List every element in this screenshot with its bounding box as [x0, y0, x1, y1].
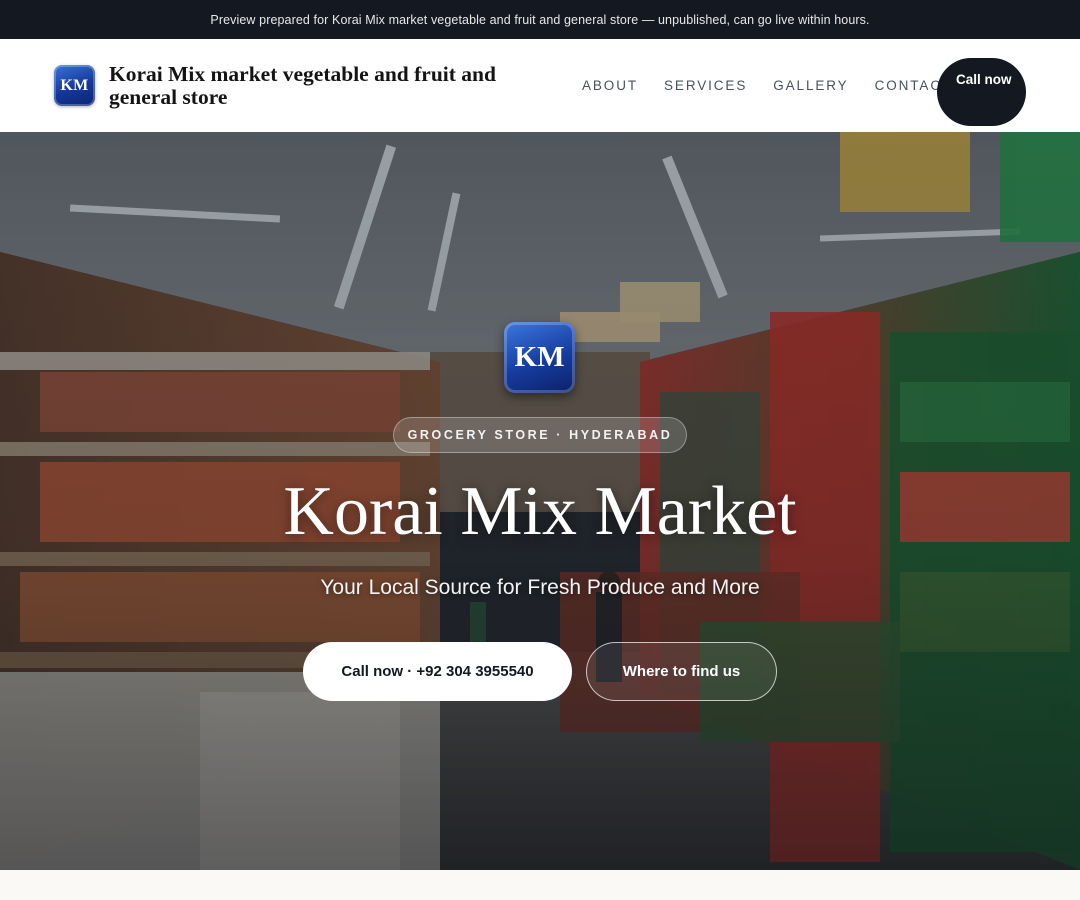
logo-icon: KM — [54, 65, 95, 106]
next-section-edge — [0, 870, 1080, 900]
preview-banner: Preview prepared for Korai Mix market ve… — [0, 0, 1080, 39]
call-now-button[interactable]: Call now · +92 304 3955540 — [303, 642, 572, 701]
hero-subtitle: Your Local Source for Fresh Produce and … — [320, 576, 760, 599]
brand[interactable]: KM Korai Mix market vegetable and fruit … — [54, 61, 539, 109]
business-name: Korai Mix market vegetable and fruit and… — [109, 61, 496, 109]
site-header: KM Korai Mix market vegetable and fruit … — [0, 39, 1080, 132]
hero-title: Korai Mix Market — [283, 473, 797, 550]
header-call-button[interactable]: Call now — [937, 58, 1026, 126]
category-badge: GROCERY STORE · HYDERABAD — [393, 417, 687, 453]
hero-logo-icon: KM — [504, 322, 575, 393]
find-us-button[interactable]: Where to find us — [586, 642, 777, 701]
nav-link-about[interactable]: ABOUT — [582, 78, 638, 93]
main-nav: ABOUT SERVICES GALLERY CONTACT — [582, 39, 952, 132]
hero-section: KM GROCERY STORE · HYDERABAD Korai Mix M… — [0, 132, 1080, 870]
hero-content: KM GROCERY STORE · HYDERABAD Korai Mix M… — [0, 132, 1080, 870]
nav-link-gallery[interactable]: GALLERY — [773, 78, 848, 93]
preview-banner-text: Preview prepared for Korai Mix market ve… — [210, 12, 870, 27]
nav-link-services[interactable]: SERVICES — [664, 78, 747, 93]
